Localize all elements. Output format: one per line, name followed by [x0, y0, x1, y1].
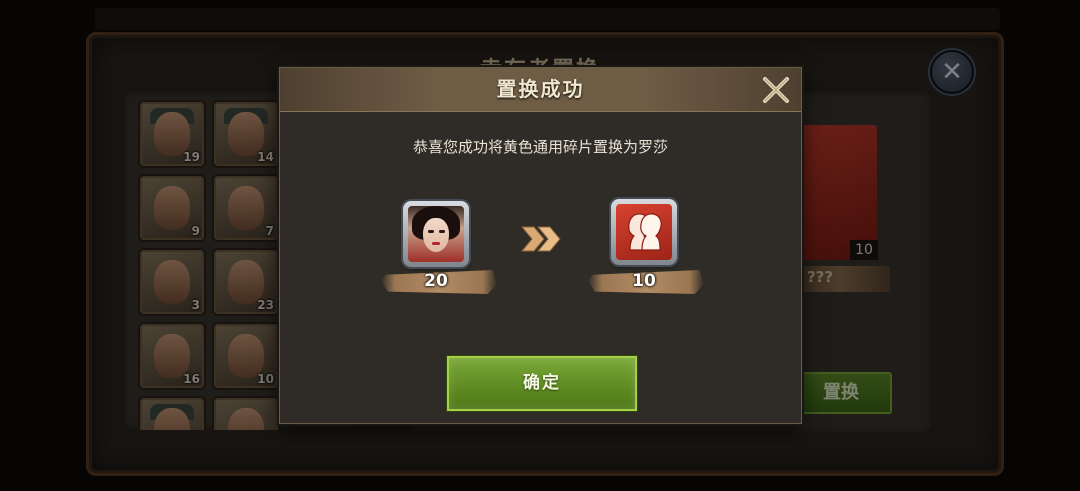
dialog-message: 恭喜您成功将黄色通用碎片置换为罗莎: [412, 138, 668, 156]
to-item-frame: [611, 199, 677, 265]
confirm-button[interactable]: 确定: [447, 356, 637, 411]
dialog-close-button[interactable]: [760, 74, 792, 106]
to-item-count: 10: [632, 271, 656, 291]
exchange-success-dialog: 置换成功 恭喜您成功将黄色通用碎片置换为罗莎 20 10 确定: [279, 67, 802, 424]
dialog-title: 置换成功: [496, 77, 585, 101]
from-item-frame: [403, 201, 469, 267]
rosa-portrait-icon: [408, 206, 464, 262]
double-chevron-right-icon: [520, 226, 561, 252]
red-shard-icon: [616, 204, 672, 260]
from-item-count: 20: [424, 271, 448, 291]
close-icon: [763, 77, 789, 103]
silhouette-icon: [628, 213, 662, 251]
